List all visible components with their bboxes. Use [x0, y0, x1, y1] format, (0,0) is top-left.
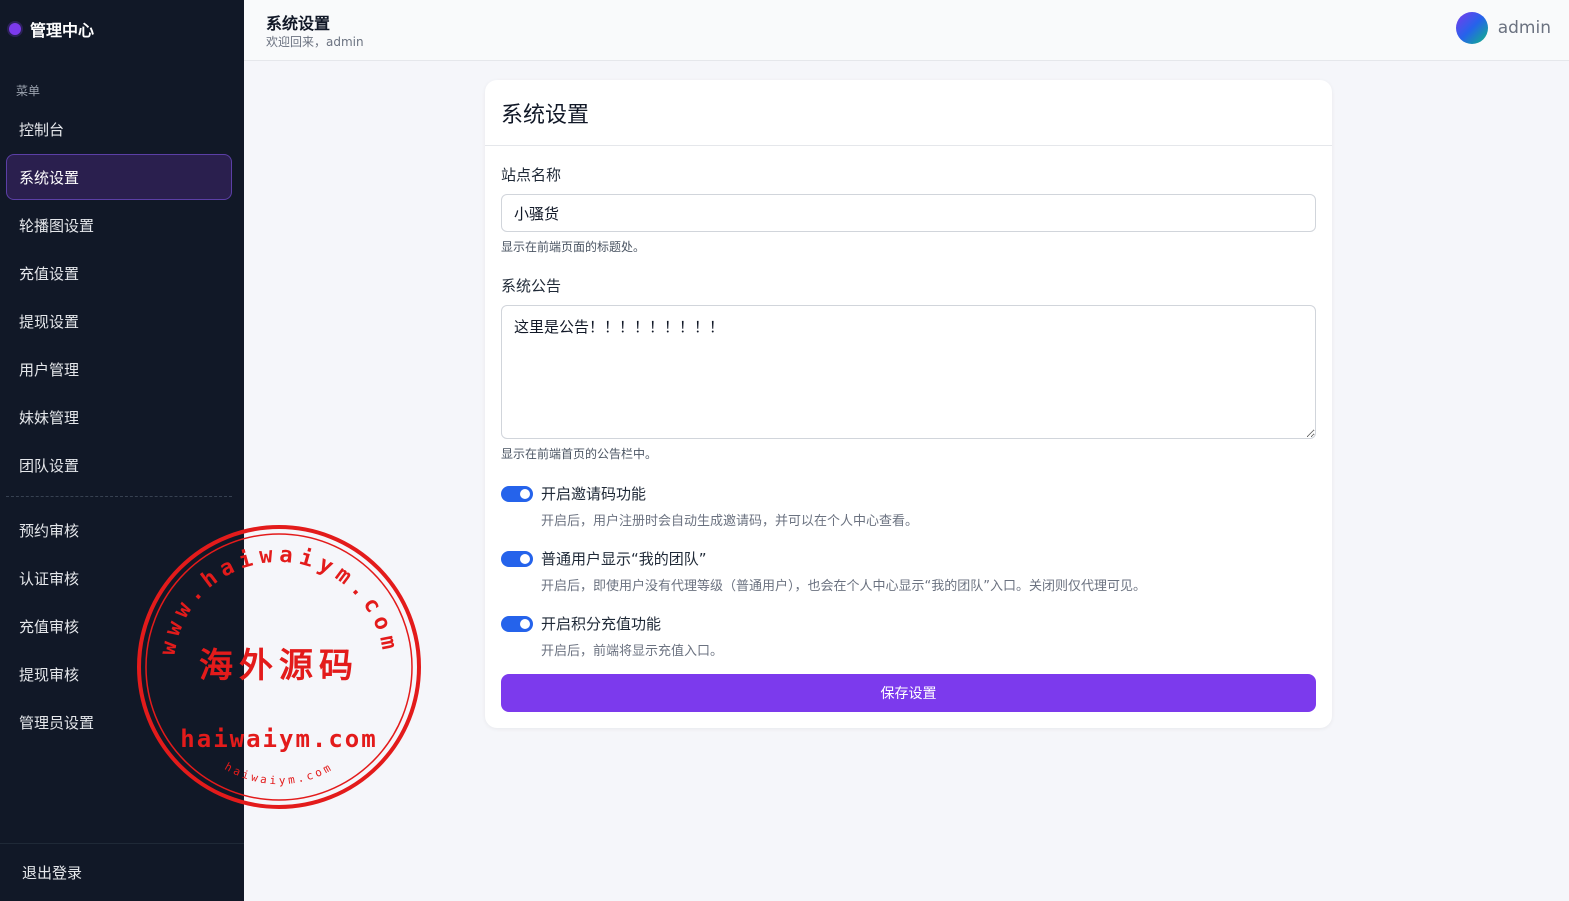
sidebar-divider: [6, 496, 232, 497]
sidebar-item-user-management[interactable]: 用户管理: [6, 346, 232, 392]
my-team-toggle-label: 普通用户显示“我的团队”: [541, 550, 707, 568]
settings-card: 系统设置 站点名称 显示在前端页面的标题处。 系统公告 这里是公告！！！！！！！…: [485, 80, 1332, 728]
sidebar-item-team-settings[interactable]: 团队设置: [6, 442, 232, 488]
sidebar: 管理中心 菜单 控制台 系统设置 轮播图设置 充值设置 提现设置 用户管理 妹妹…: [0, 0, 244, 901]
card-title: 系统设置: [485, 80, 1332, 146]
sidebar-item-withdraw-review[interactable]: 提现审核: [6, 651, 232, 697]
invite-code-toggle[interactable]: [501, 485, 533, 502]
notice-label: 系统公告: [501, 277, 562, 295]
notice-textarea[interactable]: 这里是公告！！！！！！！！！: [501, 305, 1316, 439]
my-team-toggle-help: 开启后，即使用户没有代理等级（普通用户），也会在个人中心显示“我的团队”入口。关…: [541, 579, 1146, 594]
username: admin: [1497, 18, 1551, 38]
page-title: 系统设置: [266, 14, 331, 33]
logout-button[interactable]: 退出登录: [0, 843, 244, 901]
sidebar-item-system-settings[interactable]: 系统设置: [6, 154, 232, 200]
invite-code-toggle-label: 开启邀请码功能: [541, 485, 647, 503]
site-name-label: 站点名称: [501, 166, 562, 184]
sidebar-item-girl-management[interactable]: 妹妹管理: [6, 394, 232, 440]
brand-logo-icon: [9, 23, 21, 35]
sidebar-item-verification-review[interactable]: 认证审核: [6, 555, 232, 601]
site-name-input[interactable]: [501, 194, 1316, 232]
notice-help: 显示在前端首页的公告栏中。: [501, 447, 658, 461]
my-team-toggle[interactable]: [501, 550, 533, 567]
sidebar-item-withdraw-settings[interactable]: 提现设置: [6, 298, 232, 344]
brand[interactable]: 管理中心: [9, 16, 94, 42]
sidebar-item-dashboard[interactable]: 控制台: [6, 106, 232, 152]
toggle-row-my-team: 普通用户显示“我的团队”: [501, 548, 707, 569]
sidebar-nav: 控制台 系统设置 轮播图设置 充值设置 提现设置 用户管理 妹妹管理 团队设置 …: [6, 106, 232, 747]
sidebar-item-recharge-settings[interactable]: 充值设置: [6, 250, 232, 296]
points-recharge-toggle-label: 开启积分充值功能: [541, 615, 662, 633]
sidebar-item-admin-settings[interactable]: 管理员设置: [6, 699, 232, 745]
sidebar-item-carousel-settings[interactable]: 轮播图设置: [6, 202, 232, 248]
site-name-help: 显示在前端页面的标题处。: [501, 240, 646, 254]
menu-heading: 菜单: [16, 84, 41, 98]
welcome-text: 欢迎回来，admin: [266, 35, 364, 49]
topbar: 系统设置 欢迎回来，admin admin: [244, 0, 1569, 61]
user-menu[interactable]: admin: [1455, 12, 1551, 44]
invite-code-toggle-help: 开启后，用户注册时会自动生成邀请码，并可以在个人中心查看。: [541, 514, 919, 529]
save-settings-button[interactable]: 保存设置: [501, 674, 1316, 712]
sidebar-item-booking-review[interactable]: 预约审核: [6, 507, 232, 553]
sidebar-item-recharge-review[interactable]: 充值审核: [6, 603, 232, 649]
brand-name: 管理中心: [30, 21, 95, 40]
points-recharge-toggle-help: 开启后，前端将显示充值入口。: [541, 644, 724, 659]
points-recharge-toggle[interactable]: [501, 615, 533, 632]
avatar[interactable]: [1455, 12, 1488, 44]
toggle-row-points-recharge: 开启积分充值功能: [501, 613, 661, 634]
toggle-row-invite-code: 开启邀请码功能: [501, 483, 646, 504]
